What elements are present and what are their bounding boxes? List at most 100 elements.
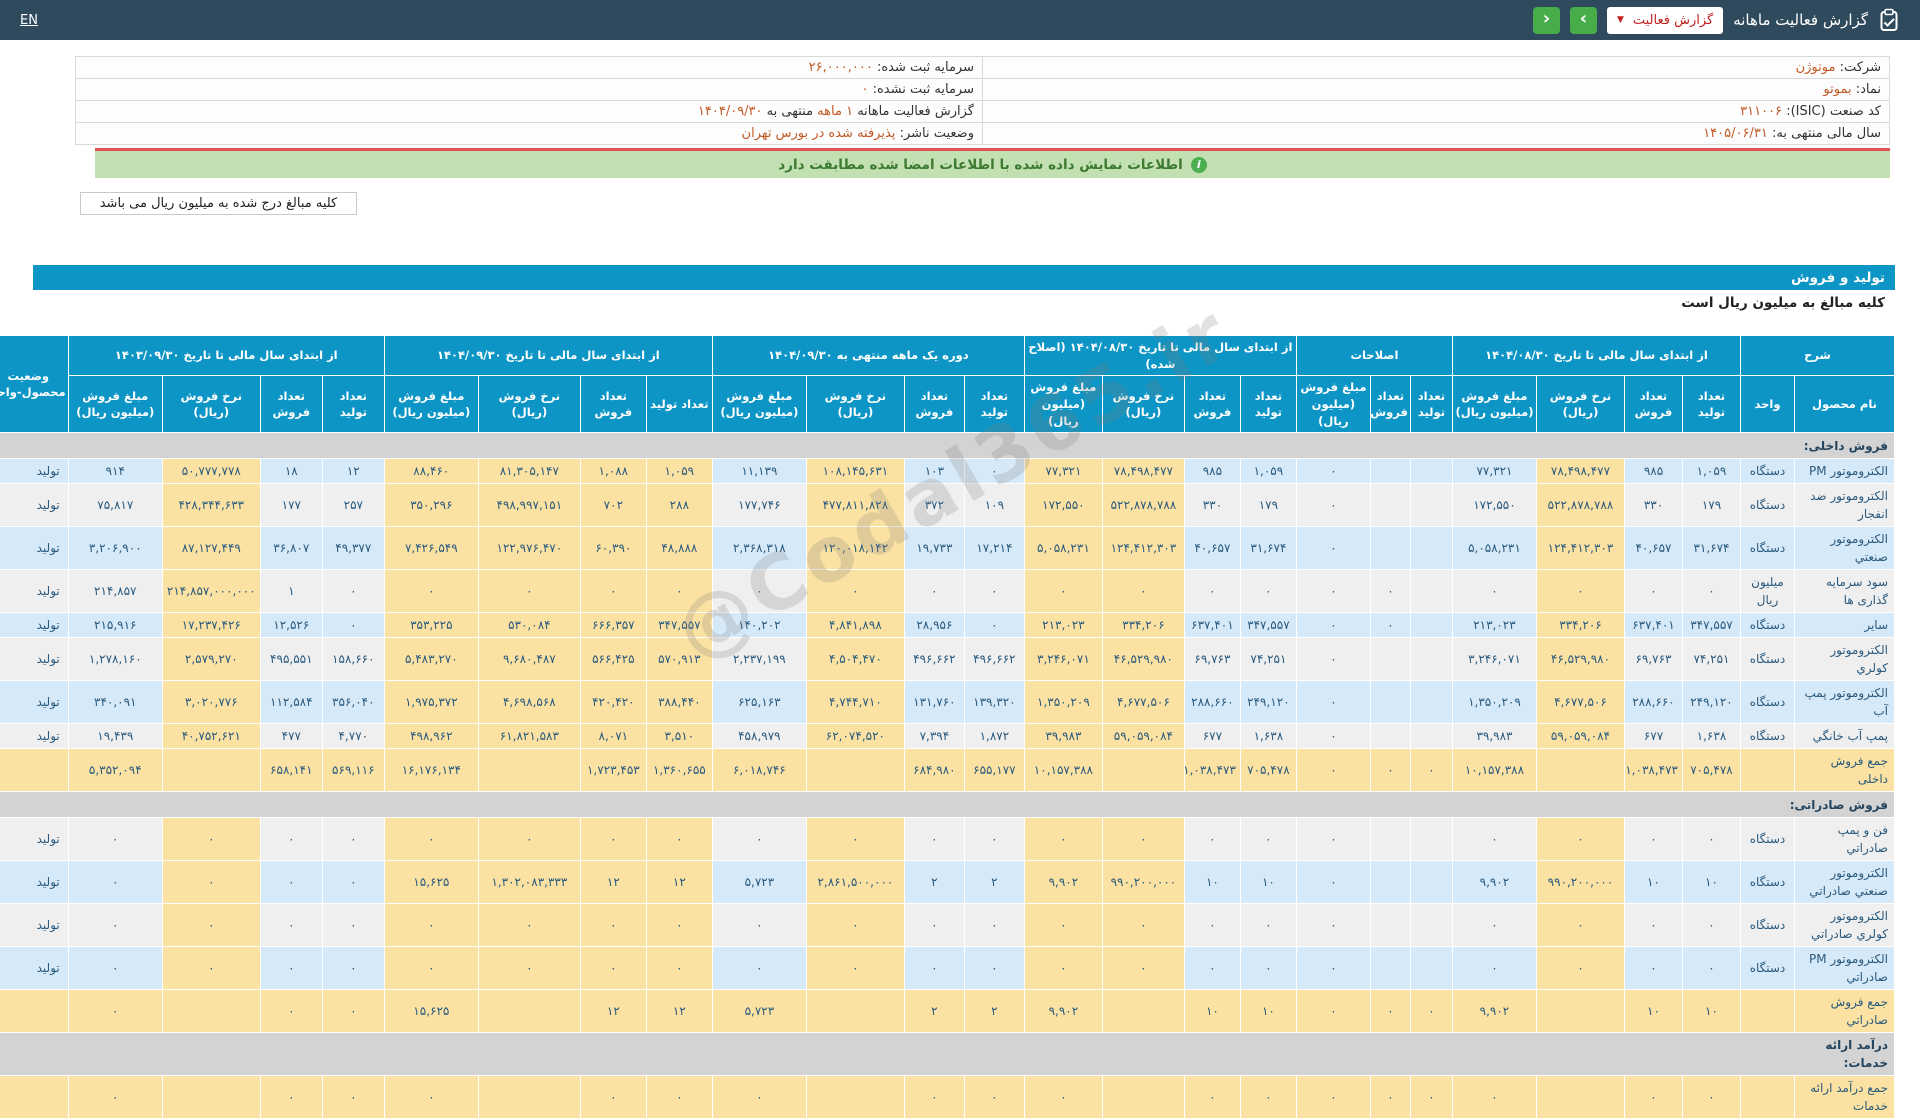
value-cell: ۶۸۴,۹۸۰ [903,748,965,793]
value-cell: ۱۲ [579,989,647,1034]
value-cell: ۴۹۵,۵۵۱ [259,637,323,682]
value-cell [1409,903,1453,948]
value-cell: ۱,۶۳۸ [1239,723,1297,750]
value-cell: ۳۴۷,۵۵۷ [645,612,713,639]
value-cell: ۳,۵۱۰ [645,723,713,750]
column-header: نرخ فروش (ریال) [1101,375,1185,434]
unit-cell [1739,989,1796,1034]
amounts-unit-note: کلیه مبالغ درج شده به میلیون ریال می باش… [80,192,357,215]
value-cell [1369,680,1411,725]
value-cell [1535,989,1625,1034]
value-cell: ۰ [963,1075,1025,1119]
value-cell: ۰ [1409,989,1453,1034]
product-name-cell: الکتروموتور پمپ آب [1794,680,1895,725]
value-cell: ۲۸۸ [645,483,713,528]
status-cell: تولید [0,458,69,485]
value-cell [1535,748,1625,793]
product-name-cell: الکتروموتور صنعتي صادراتي [1794,860,1895,905]
value-cell: ۲۸۸,۶۶۰ [1183,680,1241,725]
production-sales-table: شرح از ابتدای سال مالی تا تاریخ ۱۴۰۴/۰۸/۳… [0,334,1896,1119]
column-header: مبلغ فروش (میلیون ریال) [711,375,807,434]
value-cell [1369,903,1411,948]
value-cell: ۱۰ [1681,860,1741,905]
language-en-link[interactable]: EN [20,13,38,28]
nav-next-button[interactable]: › [1569,6,1597,34]
value-cell [1369,817,1411,862]
company-info-cell: نماد: بموتو [982,78,1890,101]
status-cell: تولید [0,612,69,639]
value-cell: ۰ [383,1075,479,1119]
value-cell: ۶۲۵,۱۶۳ [711,680,807,725]
value-cell: ۲۱۵,۹۱۶ [67,612,163,639]
value-cell: ۰ [1535,903,1625,948]
value-cell: ۱,۹۷۵,۳۷۲ [383,680,479,725]
value-cell: ۵۹,۰۵۹,۰۸۴ [1101,723,1185,750]
value-cell: ۰ [645,1075,713,1119]
value-cell: ۲ [963,989,1025,1034]
value-cell [1101,748,1185,793]
value-cell [1409,817,1453,862]
column-header: تعداد تولید [963,375,1025,434]
value-cell: ۶۳۷,۴۰۱ [1183,612,1241,639]
value-cell: ۱ [259,569,323,614]
column-group-header: از ابتدای سال مالی تا تاریخ ۱۴۰۳/۰۹/۳۰ [67,334,385,377]
unit-cell: دستگاه [1739,680,1796,725]
value-cell: ۰ [259,903,323,948]
value-cell: ۰ [383,569,479,614]
value-cell: ۱,۰۳۸,۴۷۳ [1183,748,1241,793]
value-cell: ۶۰,۳۹۰ [579,526,647,571]
value-cell: ۱۱۲,۵۸۴ [259,680,323,725]
value-cell: ۵۰,۷۷۷,۷۷۸ [161,458,261,485]
value-cell [1409,612,1453,639]
value-cell: ۰ [1183,569,1241,614]
value-cell: ۰ [579,569,647,614]
value-cell: ۰ [711,903,807,948]
status-cell [0,748,69,793]
value-cell: ۴۰,۷۵۲,۶۲۱ [161,723,261,750]
status-cell: تولید [0,723,69,750]
company-info-cell: شرکت: موتوژن [982,56,1890,79]
value-cell: ۰ [579,903,647,948]
column-header: تعداد فروش [1623,375,1683,434]
section-label: فروش صادراتی: [1789,797,1888,812]
value-cell: ۰ [259,989,323,1034]
value-cell: ۰ [645,903,713,948]
value-cell: ۰ [645,946,713,991]
value-cell: ۱,۸۷۲ [963,723,1025,750]
value-cell: ۳,۲۴۶,۰۷۱ [1451,637,1537,682]
report-type-dropdown[interactable]: گزارش فعالیت ▼ [1606,6,1724,34]
chevron-down-icon: ▼ [1616,15,1624,25]
value-cell: ۴,۶۷۷,۵۰۶ [1101,680,1185,725]
value-cell: ۰ [1535,817,1625,862]
value-cell: ۰ [1295,612,1371,639]
value-cell: ۹۹۰,۲۰۰,۰۰۰ [1101,860,1185,905]
value-cell: ۵۷۰,۹۱۳ [645,637,713,682]
value-cell: ۷۵,۸۱۷ [67,483,163,528]
value-cell: ۴۹۶,۶۶۲ [903,637,965,682]
value-cell: ۳۱,۶۷۴ [1239,526,1297,571]
value-cell: ۳,۲۴۶,۰۷۱ [1023,637,1103,682]
section-header-row: فروش داخلی: [0,432,1896,460]
value-cell: ۳,۰۲۰,۷۷۶ [161,680,261,725]
nav-prev-button[interactable]: ‹ [1532,6,1560,34]
topbar: گزارش فعالیت ماهانه گزارش فعالیت ▼ › ‹ E… [0,0,1920,40]
topbar-right-group: گزارش فعالیت ماهانه گزارش فعالیت ▼ › ‹ [1532,6,1900,34]
unit-cell: دستگاه [1739,723,1796,750]
value-cell: ۰ [1295,526,1371,571]
value-cell [1409,637,1453,682]
product-name-cell: الکتروموتور کولري صادراتي [1794,903,1895,948]
value-cell: ۰ [321,569,385,614]
value-cell: ۰ [645,569,713,614]
value-cell: ۷۷,۳۲۱ [1451,458,1537,485]
value-cell: ۰ [1681,946,1741,991]
value-cell: ۰ [321,612,385,639]
value-cell: ۱۰۸,۱۴۵,۶۳۱ [805,458,905,485]
column-header: مبلغ فروش (میلیون ریال) [1295,375,1371,434]
value-cell: ۳۱,۶۷۴ [1681,526,1741,571]
info-label: وضعیت ناشر: [899,126,974,141]
product-name-cell: جمع فروش صادراتي [1794,989,1895,1034]
value-cell: ۱۷۲,۵۵۰ [1451,483,1537,528]
value-cell: ۳۵۰,۲۹۶ [383,483,479,528]
value-cell: ۵۶۹,۱۱۶ [321,748,385,793]
value-cell: ۵,۳۵۲,۰۹۴ [67,748,163,793]
